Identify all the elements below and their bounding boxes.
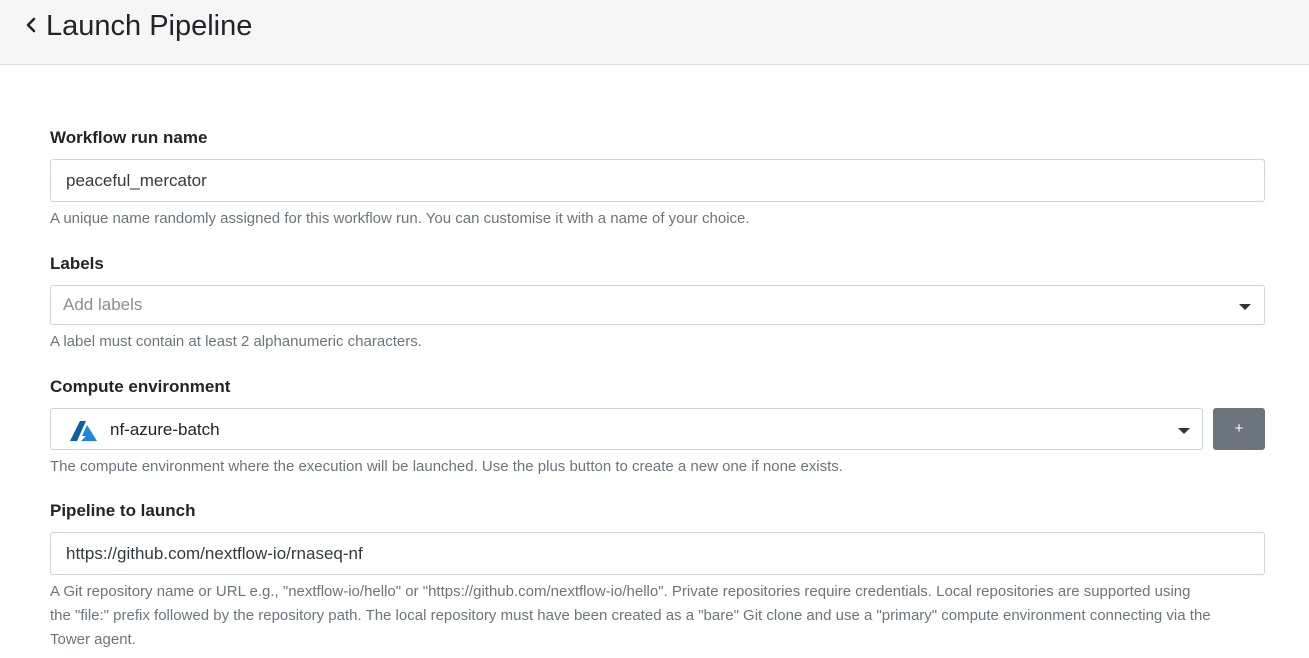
compute-environment-select[interactable]: nf-azure-batch (50, 408, 1203, 450)
azure-icon (69, 420, 98, 442)
pipeline-help-line: Tower agent. (50, 631, 136, 648)
page-title: Launch Pipeline (46, 10, 253, 42)
caret-down-icon[interactable] (1239, 304, 1251, 310)
pipeline-help: A Git repository name or URL e.g., "next… (50, 580, 1280, 652)
page-header: Launch Pipeline (0, 0, 1309, 65)
labels-placeholder: Add labels (63, 295, 143, 314)
labels-label: Labels (50, 254, 104, 273)
pipeline-help-line: the "file:" prefix followed by the repos… (50, 607, 1211, 624)
compute-environment-label: Compute environment (50, 377, 231, 396)
pipeline-input[interactable] (50, 532, 1265, 575)
pipeline-help-line: A Git repository name or URL e.g., "next… (50, 583, 1191, 600)
pipeline-label: Pipeline to launch (50, 501, 196, 520)
workflow-run-name-input[interactable] (50, 159, 1265, 202)
workflow-run-name-label: Workflow run name (50, 128, 208, 147)
chevron-left-icon[interactable] (24, 13, 40, 37)
compute-environment-help: The compute environment where the execut… (50, 458, 843, 475)
labels-help: A label must contain at least 2 alphanum… (50, 333, 422, 350)
caret-down-icon[interactable] (1178, 428, 1190, 434)
add-compute-environment-button[interactable]: + (1213, 408, 1265, 450)
workflow-run-name-help: A unique name randomly assigned for this… (50, 210, 750, 227)
labels-select[interactable]: Add labels (50, 285, 1265, 325)
compute-environment-value: nf-azure-batch (110, 420, 220, 439)
